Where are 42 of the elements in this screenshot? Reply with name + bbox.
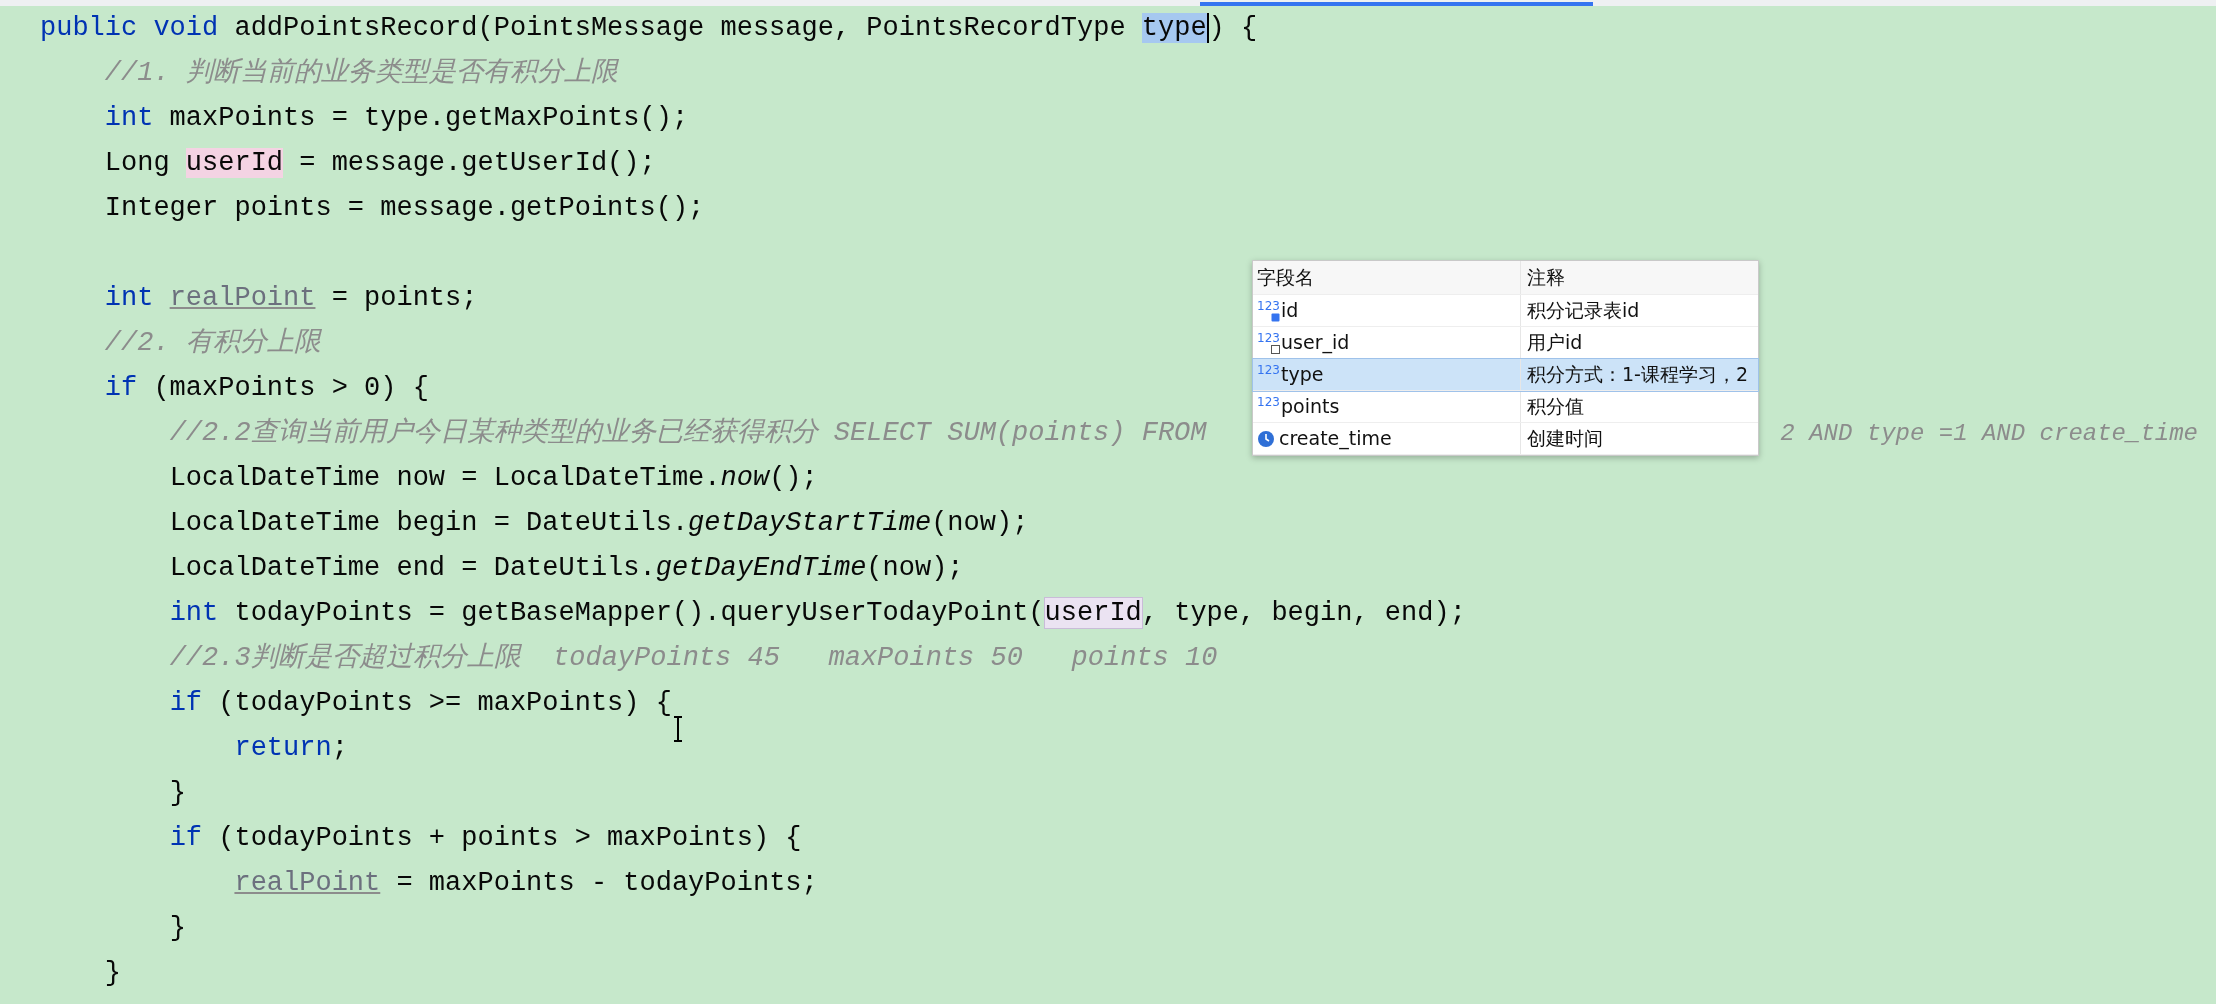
code-line: LocalDateTime now = LocalDateTime.now(); <box>169 462 818 495</box>
code-line: LocalDateTime begin = DateUtils.getDayStartTime(now); <box>169 507 1029 540</box>
code-line: //1. 判断当前的业务类型是否有积分上限 <box>104 56 618 90</box>
code-line: LocalDateTime end = DateUtils.getDayEndTime(now); <box>169 552 964 585</box>
text-cursor-icon <box>672 716 684 742</box>
code-line: } <box>169 777 186 810</box>
field-comment: 用户id <box>1527 330 1583 356</box>
code-line: return; <box>234 732 348 765</box>
field-row[interactable]: create_time 创建时间 <box>1253 423 1758 455</box>
code-line: int maxPoints = type.getMaxPoints(); <box>104 102 689 135</box>
code-line: Integer points = message.getPoints(); <box>104 192 705 225</box>
code-line: int todayPoints = getBaseMapper().queryUserTodayPoint(userId, type, begin, end); <box>169 597 1466 630</box>
code-line: } <box>104 957 121 990</box>
code-line: Long userId = message.getUserId(); <box>104 147 656 180</box>
field-name: points <box>1281 394 1340 420</box>
field-name: type <box>1281 362 1324 388</box>
field-name: id <box>1281 298 1299 324</box>
code-line: //2. 有积分上限 <box>104 326 321 360</box>
code-line: int realPoint = points; <box>104 282 478 315</box>
column-header: 字段名 <box>1257 265 1314 291</box>
key-icon <box>1271 312 1280 322</box>
type-label: 123 <box>1257 363 1280 376</box>
type-label: 123 <box>1257 331 1280 344</box>
type-label: 123 <box>1257 395 1280 408</box>
field-comment: 积分记录表id <box>1527 298 1640 324</box>
field-name: create_time <box>1279 426 1392 452</box>
column-header: 注释 <box>1527 265 1565 291</box>
field-comment: 创建时间 <box>1527 426 1603 452</box>
code-line: //2.3判断是否超过积分上限 todayPoints 45 maxPoints 50 points 10 <box>169 641 1218 675</box>
code-line: realPoint = maxPoints - todayPoints; <box>234 867 818 900</box>
code-line: if (todayPoints >= maxPoints) { <box>169 687 672 720</box>
index-icon <box>1271 344 1280 354</box>
field-name: user_id <box>1281 330 1350 356</box>
code-line: } <box>169 912 186 945</box>
code-line: if (todayPoints + points > maxPoints) { <box>169 822 802 855</box>
field-comment: 积分方式：1-课程学习，2 <box>1527 362 1749 388</box>
code-line: if (maxPoints > 0) { <box>104 372 429 405</box>
field-comment: 积分值 <box>1527 394 1584 420</box>
type-label: 123 <box>1257 299 1280 312</box>
code-line: 2 AND type =1 AND create_time <box>1780 419 2198 449</box>
code-line: public void addPointsRecord(PointsMessage message, PointsRecordType type) { <box>40 12 1258 45</box>
code-line: //2.2查询当前用户今日某种类型的业务已经获得积分 SELECT SUM(points) FROM <box>169 416 1207 450</box>
